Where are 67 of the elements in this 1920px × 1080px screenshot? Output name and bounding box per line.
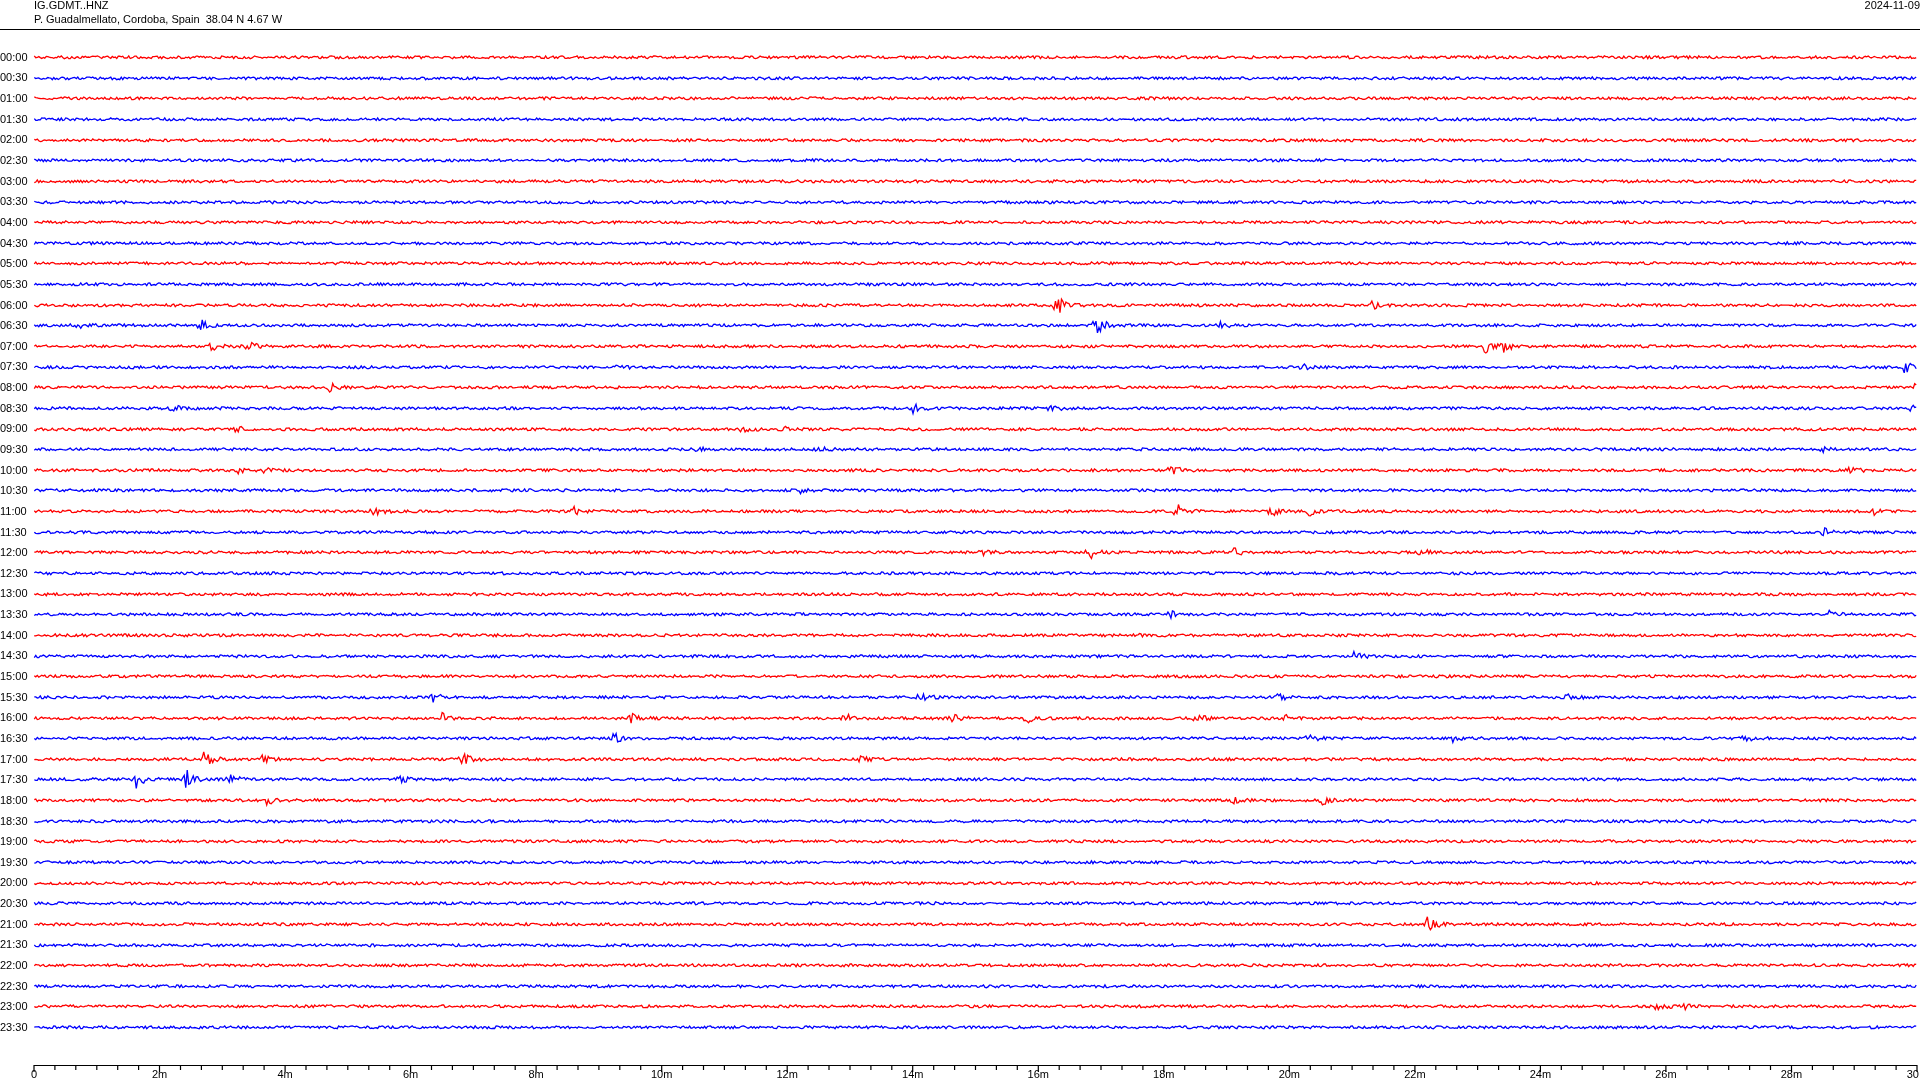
axis-tick-label: 12m	[776, 1067, 798, 1080]
trace-time-label: 11:30	[0, 526, 28, 538]
trace-time-label: 11:00	[0, 505, 28, 517]
trace-time-label: 05:30	[0, 278, 29, 290]
axis-tick-label: 14m	[902, 1067, 924, 1080]
axis-tick-label: 16m	[1027, 1067, 1049, 1080]
trace-time-label: 15:30	[0, 691, 29, 703]
trace-time-label: 17:00	[0, 753, 29, 765]
trace-time-label: 22:30	[0, 980, 29, 992]
trace-time-label: 21:30	[0, 939, 29, 951]
axis-tick-label: 28m	[1780, 1067, 1803, 1080]
axis-tick-label: 18m	[1153, 1067, 1175, 1080]
trace-time-label: 04:00	[0, 216, 29, 228]
plot-date: 2024-11-09	[1864, 0, 1920, 11]
trace-time-label: 02:30	[0, 155, 29, 166]
trace-time-label: 13:30	[0, 609, 29, 621]
station-location: P. Guadalmellato, Cordoba, Spain 38.04 N 4.67 W	[34, 14, 283, 25]
axis-tick-label: 0	[30, 1067, 38, 1080]
trace-time-label: 14:00	[0, 629, 29, 641]
trace-time-label: 14:30	[0, 650, 29, 662]
trace-time-label: 12:30	[0, 567, 29, 579]
trace-time-label: 09:00	[0, 423, 29, 435]
trace-time-label: 10:00	[0, 464, 29, 476]
trace-time-label: 22:00	[0, 960, 29, 971]
trace-time-label: 13:00	[0, 588, 29, 600]
trace-time-label: 19:00	[0, 836, 29, 848]
trace-time-label: 21:00	[0, 918, 29, 930]
axis-tick-label: 26m	[1655, 1067, 1677, 1080]
trace-time-label: 02:00	[0, 134, 29, 146]
trace-time-label: 07:00	[0, 340, 29, 352]
trace-time-label: 01:00	[0, 93, 29, 105]
trace-time-label: 01:30	[0, 113, 29, 125]
trace-time-label: 03:00	[0, 175, 29, 187]
axis-tick-label: 22m	[1404, 1067, 1426, 1080]
trace-time-label: 17:30	[0, 774, 29, 786]
trace-time-label: 15:00	[0, 671, 29, 683]
trace-time-label: 07:30	[0, 361, 29, 373]
trace-time-label: 08:30	[0, 402, 29, 414]
trace-time-label: 05:00	[0, 258, 29, 270]
axis-tick-label: 30	[1906, 1067, 1919, 1080]
trace-time-label: 09:30	[0, 444, 29, 455]
trace-time-label: 20:00	[0, 877, 29, 889]
trace-time-label: 18:00	[0, 794, 29, 806]
axis-tick-label: 10m	[650, 1067, 673, 1080]
trace-time-label: 00:00	[0, 51, 29, 63]
axis-tick-label: 2m	[151, 1067, 168, 1080]
trace-time-label: 19:30	[0, 856, 29, 868]
trace-time-label: 03:30	[0, 196, 29, 208]
axis-tick-label: 20m	[1278, 1067, 1301, 1080]
trace-time-label: 06:30	[0, 320, 29, 332]
axis-tick-label: 24m	[1529, 1067, 1552, 1080]
trace-time-label: 18:30	[0, 815, 29, 827]
axis-tick-label: 4m	[277, 1067, 293, 1080]
trace-time-label: 08:00	[0, 382, 29, 394]
trace-time-label: 04:30	[0, 237, 29, 249]
trace-time-label: 23:00	[0, 1001, 29, 1013]
trace-time-label: 00:30	[0, 72, 29, 84]
trace-time-label: 10:30	[0, 485, 29, 497]
axis-tick-label: 8m	[528, 1067, 544, 1080]
trace-time-label: 12:00	[0, 547, 29, 559]
trace-time-label: 16:30	[0, 732, 29, 744]
trace-time-label: 16:00	[0, 712, 29, 724]
trace-time-label: 06:00	[0, 299, 29, 311]
station-code: IG.GDMT..HNZ	[34, 0, 109, 11]
trace-time-label: 23:30	[0, 1021, 29, 1033]
axis-tick-label: 6m	[402, 1067, 419, 1080]
trace-time-label: 20:30	[0, 898, 29, 910]
